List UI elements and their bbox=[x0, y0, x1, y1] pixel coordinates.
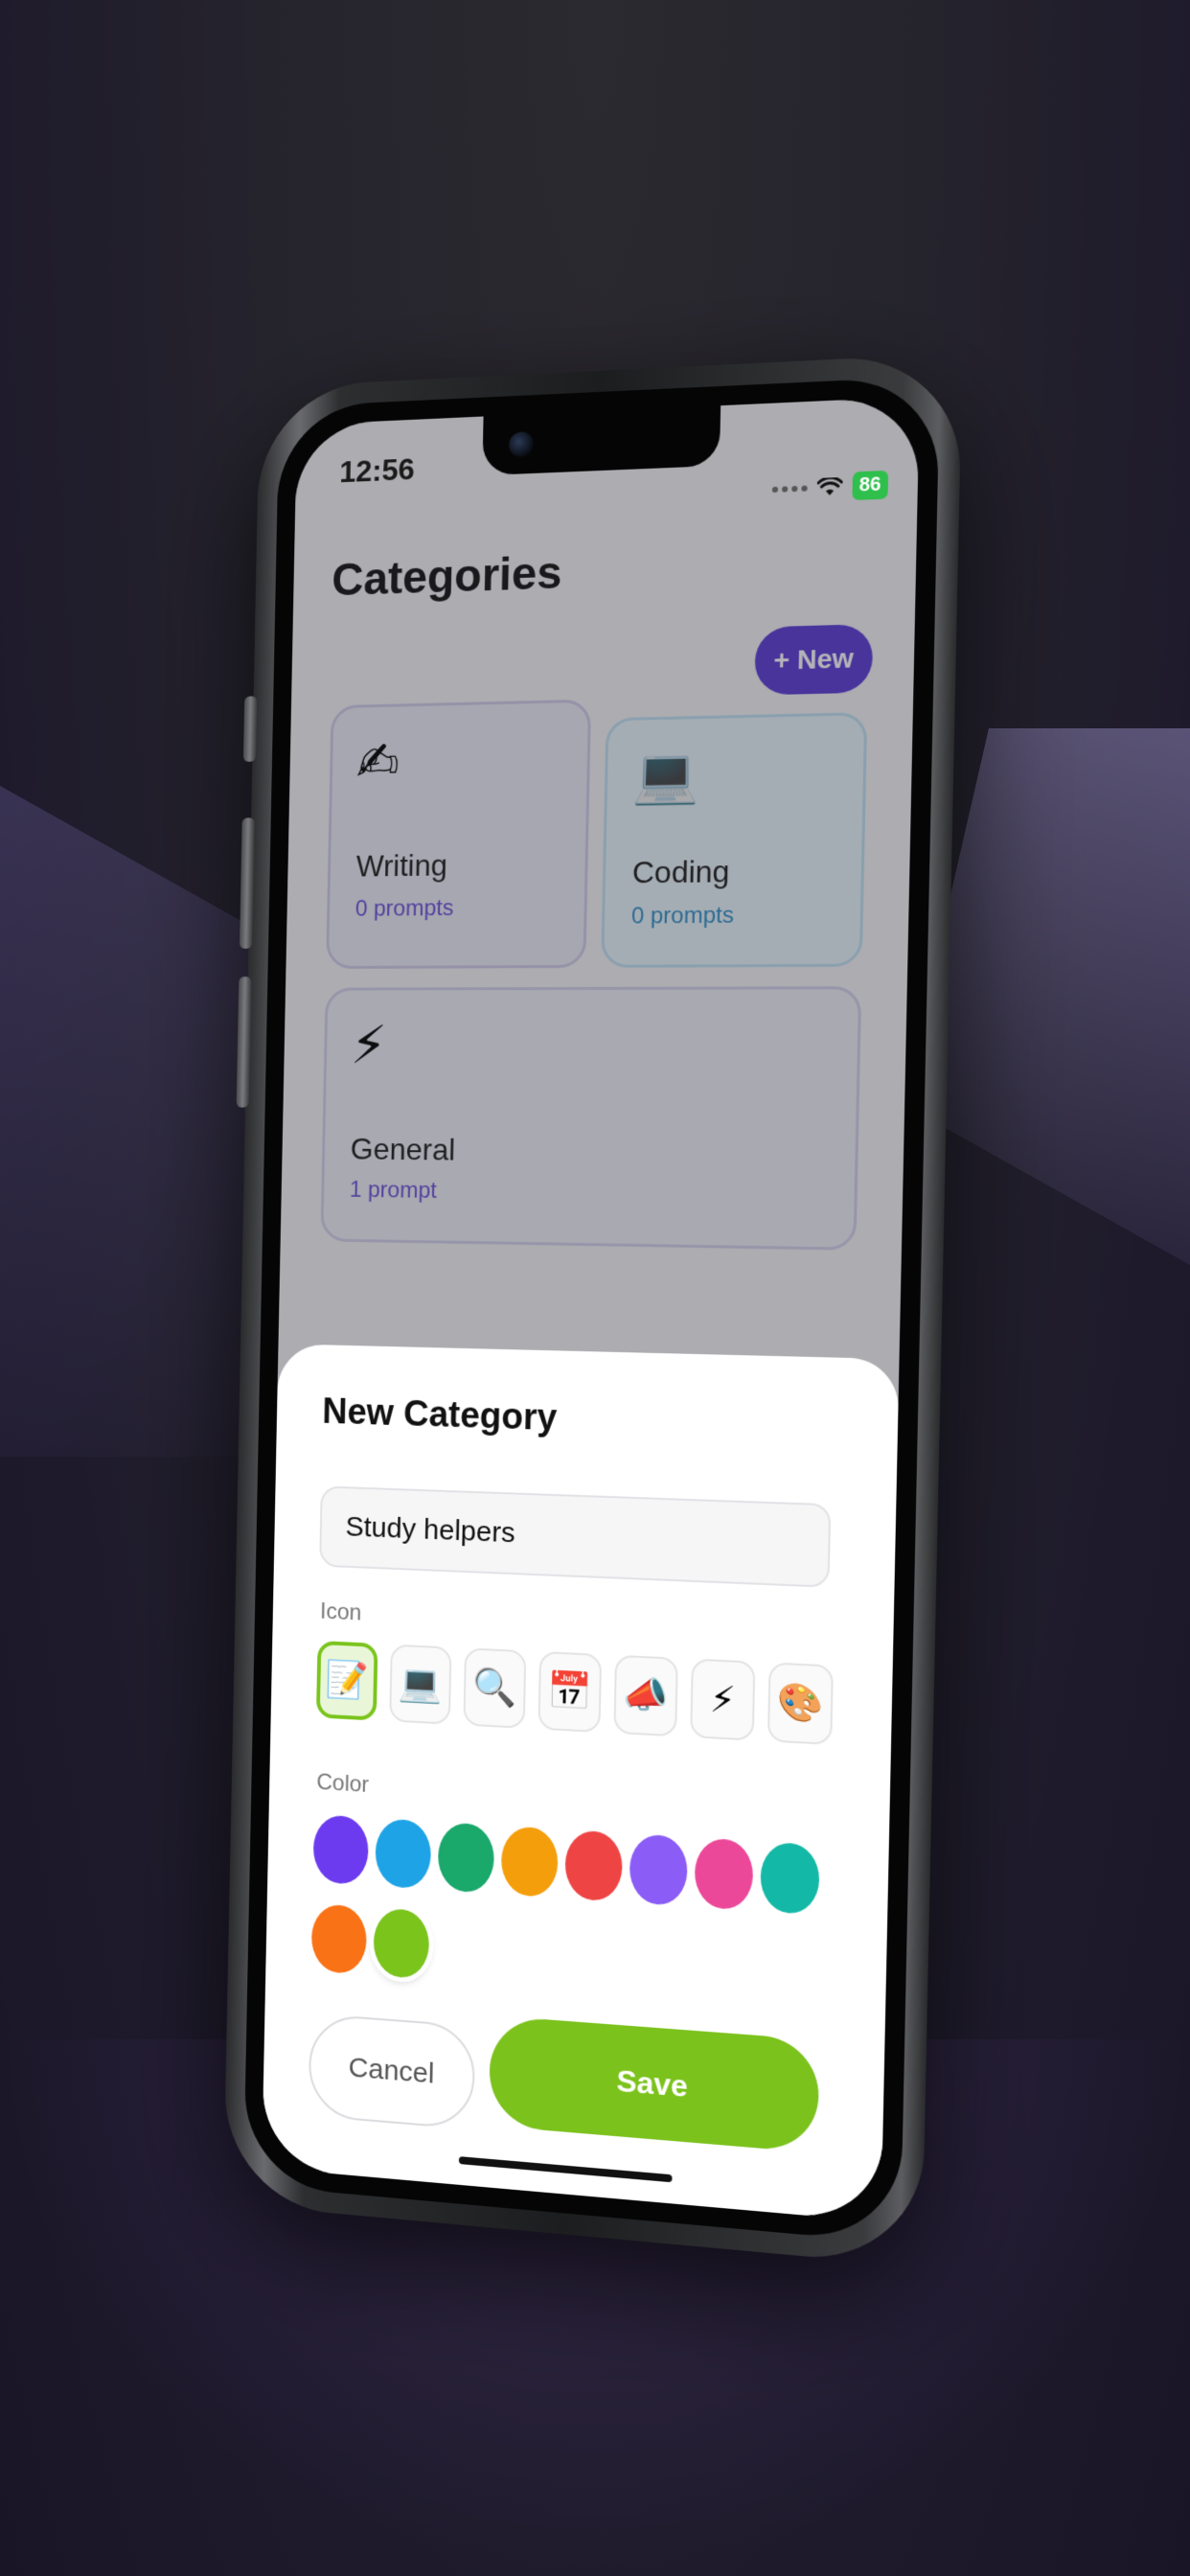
new-category-sheet: New Category Icon 📝 💻 🔍 📅 📣 ⚡ 🎨 Color Cancel S… bbox=[262, 1344, 900, 2222]
phone-bezel: 12:56 86 Categories + New ✍ Writing 0 pr… bbox=[242, 376, 941, 2243]
color-swatch[interactable] bbox=[437, 1822, 495, 1894]
silent-switch bbox=[242, 696, 258, 762]
icon-option-magnifier[interactable]: 🔍 bbox=[463, 1647, 527, 1729]
palette-icon: 🎨 bbox=[776, 1682, 824, 1726]
battery-icon: 86 bbox=[852, 470, 889, 501]
icon-option-lightning[interactable]: ⚡ bbox=[690, 1658, 756, 1741]
laptop-icon: 💻 bbox=[398, 1663, 444, 1706]
category-name-input[interactable] bbox=[319, 1485, 832, 1588]
notch bbox=[482, 405, 721, 476]
color-swatch[interactable] bbox=[375, 1818, 432, 1890]
color-swatch[interactable] bbox=[760, 1841, 820, 1916]
color-section-label: Color bbox=[316, 1769, 370, 1798]
lightning-icon: ⚡ bbox=[709, 1679, 737, 1721]
icon-option-palette[interactable]: 🎨 bbox=[767, 1662, 834, 1745]
color-swatch[interactable] bbox=[694, 1837, 754, 1911]
color-swatch[interactable] bbox=[373, 1907, 430, 1980]
signal-icon bbox=[771, 485, 808, 493]
color-swatch[interactable] bbox=[629, 1833, 688, 1907]
volume-up-button bbox=[239, 817, 255, 949]
volume-down-button bbox=[236, 977, 252, 1108]
cancel-button[interactable]: Cancel bbox=[308, 2012, 476, 2130]
wifi-icon bbox=[816, 476, 842, 495]
sheet-title: New Category bbox=[321, 1392, 558, 1439]
color-swatch[interactable] bbox=[310, 1903, 368, 1975]
icon-option-laptop[interactable]: 💻 bbox=[389, 1644, 452, 1725]
phone-screen: 12:56 86 Categories + New ✍ Writing 0 pr… bbox=[262, 396, 920, 2222]
icon-option-megaphone[interactable]: 📣 bbox=[613, 1654, 678, 1737]
icon-picker: 📝 💻 🔍 📅 📣 ⚡ 🎨 bbox=[315, 1640, 893, 1756]
front-camera bbox=[508, 431, 534, 458]
icon-option-calendar[interactable]: 📅 bbox=[538, 1650, 603, 1734]
megaphone-icon: 📣 bbox=[622, 1674, 670, 1717]
color-swatch[interactable] bbox=[312, 1814, 370, 1886]
calendar-icon: 📅 bbox=[546, 1670, 593, 1714]
memo-icon: 📝 bbox=[325, 1659, 370, 1702]
save-button[interactable]: Save bbox=[488, 2014, 820, 2153]
magnifier-icon: 🔍 bbox=[471, 1667, 517, 1710]
status-icons: 86 bbox=[771, 470, 889, 503]
phone-frame: 12:56 86 Categories + New ✍ Writing 0 pr… bbox=[222, 353, 963, 2267]
icon-option-memo[interactable]: 📝 bbox=[315, 1640, 378, 1721]
icon-section-label: Icon bbox=[319, 1598, 362, 1626]
color-picker bbox=[310, 1814, 824, 1980]
color-swatch[interactable] bbox=[564, 1829, 624, 1902]
color-swatch[interactable] bbox=[500, 1826, 559, 1898]
status-time: 12:56 bbox=[339, 451, 416, 490]
home-indicator bbox=[458, 2156, 673, 2183]
